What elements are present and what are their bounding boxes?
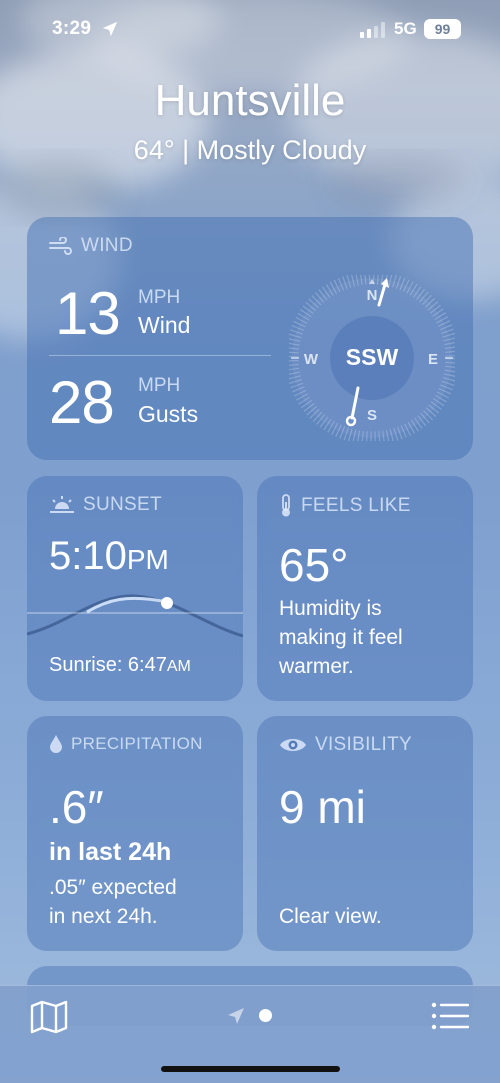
wind-card-header: WIND	[49, 235, 133, 257]
wind-card[interactable]: WIND 13 MPH Wind 28 MPH Gusts N S E W SS…	[27, 217, 473, 460]
feels-like-desc-3: warmer.	[279, 655, 354, 678]
wind-speed-unit: MPH	[138, 287, 181, 308]
wind-title: WIND	[81, 235, 133, 256]
precipitation-card[interactable]: PRECIPITATION .6″ in last 24h .05″ expec…	[27, 716, 243, 951]
thermometer-icon	[282, 494, 290, 517]
sun-path-graph	[27, 594, 243, 638]
feels-like-desc-1: Humidity is	[279, 597, 382, 620]
bottom-toolbar	[0, 985, 500, 1083]
visibility-card-header: VISIBILITY	[279, 734, 412, 756]
temperature-condition: 64° | Mostly Cloudy	[133, 135, 367, 165]
precipitation-period: in last 24h	[49, 838, 172, 866]
compass-south-label: S	[367, 407, 377, 424]
precipitation-card-header: PRECIPITATION	[49, 734, 203, 754]
sunrise-label: Sunrise: 6:47	[49, 654, 167, 676]
signal-bars-icon	[360, 22, 385, 38]
wind-speed-label: Wind	[138, 312, 191, 338]
precipitation-forecast-2: in next 24h.	[49, 905, 158, 928]
sunset-title: SUNSET	[83, 494, 162, 515]
precipitation-forecast-1: .05″ expected	[49, 876, 177, 899]
sunset-time-value: 5:10	[49, 534, 127, 578]
feels-like-card-header: FEELS LIKE	[279, 494, 411, 518]
visibility-card[interactable]: VISIBILITY 9 mi Clear view.	[257, 716, 473, 951]
gust-speed-value: 28	[49, 369, 115, 436]
city-name: Huntsville	[154, 76, 346, 125]
compass-north-label: N	[367, 287, 378, 304]
location-arrow-icon[interactable]	[226, 1006, 246, 1026]
sunset-icon	[50, 496, 74, 513]
raindrop-icon	[50, 735, 62, 753]
sunrise-suffix: AM	[166, 658, 191, 675]
feels-like-value: 65°	[279, 539, 349, 591]
precipitation-amount: .6″	[49, 781, 104, 833]
sunset-time: 5:10PM	[49, 534, 169, 579]
visibility-value: 9 mi	[279, 781, 366, 833]
wind-divider	[49, 355, 271, 356]
page-indicator-dot[interactable]	[259, 1009, 272, 1022]
feels-like-card[interactable]: FEELS LIKE 65° Humidity is making it fee…	[257, 476, 473, 701]
gust-speed-label: Gusts	[138, 401, 199, 427]
feels-like-desc-2: making it feel	[279, 626, 403, 649]
map-icon[interactable]	[30, 1000, 68, 1034]
battery-indicator: 99	[424, 19, 461, 39]
sunset-card-header: SUNSET	[49, 494, 162, 516]
feels-like-title: FEELS LIKE	[301, 495, 411, 516]
sunset-time-suffix: PM	[126, 544, 169, 575]
visibility-desc: Clear view.	[279, 905, 382, 928]
sunset-card[interactable]: SUNSET 5:10PM Sunrise: 6:47AM	[27, 476, 243, 701]
wind-icon	[49, 237, 72, 255]
wind-speed-value: 13	[55, 280, 121, 347]
location-arrow-icon	[102, 21, 118, 37]
status-time: 3:29	[52, 18, 92, 39]
gust-speed-unit: MPH	[138, 375, 181, 396]
eye-icon	[280, 739, 306, 751]
home-indicator[interactable]	[161, 1066, 340, 1072]
visibility-title: VISIBILITY	[315, 734, 412, 755]
network-type: 5G	[394, 19, 417, 38]
sunrise-time: Sunrise: 6:47AM	[49, 654, 191, 677]
status-bar: 3:29 5G 99	[0, 0, 500, 60]
list-icon[interactable]	[431, 1001, 469, 1031]
wind-direction: SSW	[345, 344, 399, 370]
precipitation-title: PRECIPITATION	[71, 734, 203, 753]
